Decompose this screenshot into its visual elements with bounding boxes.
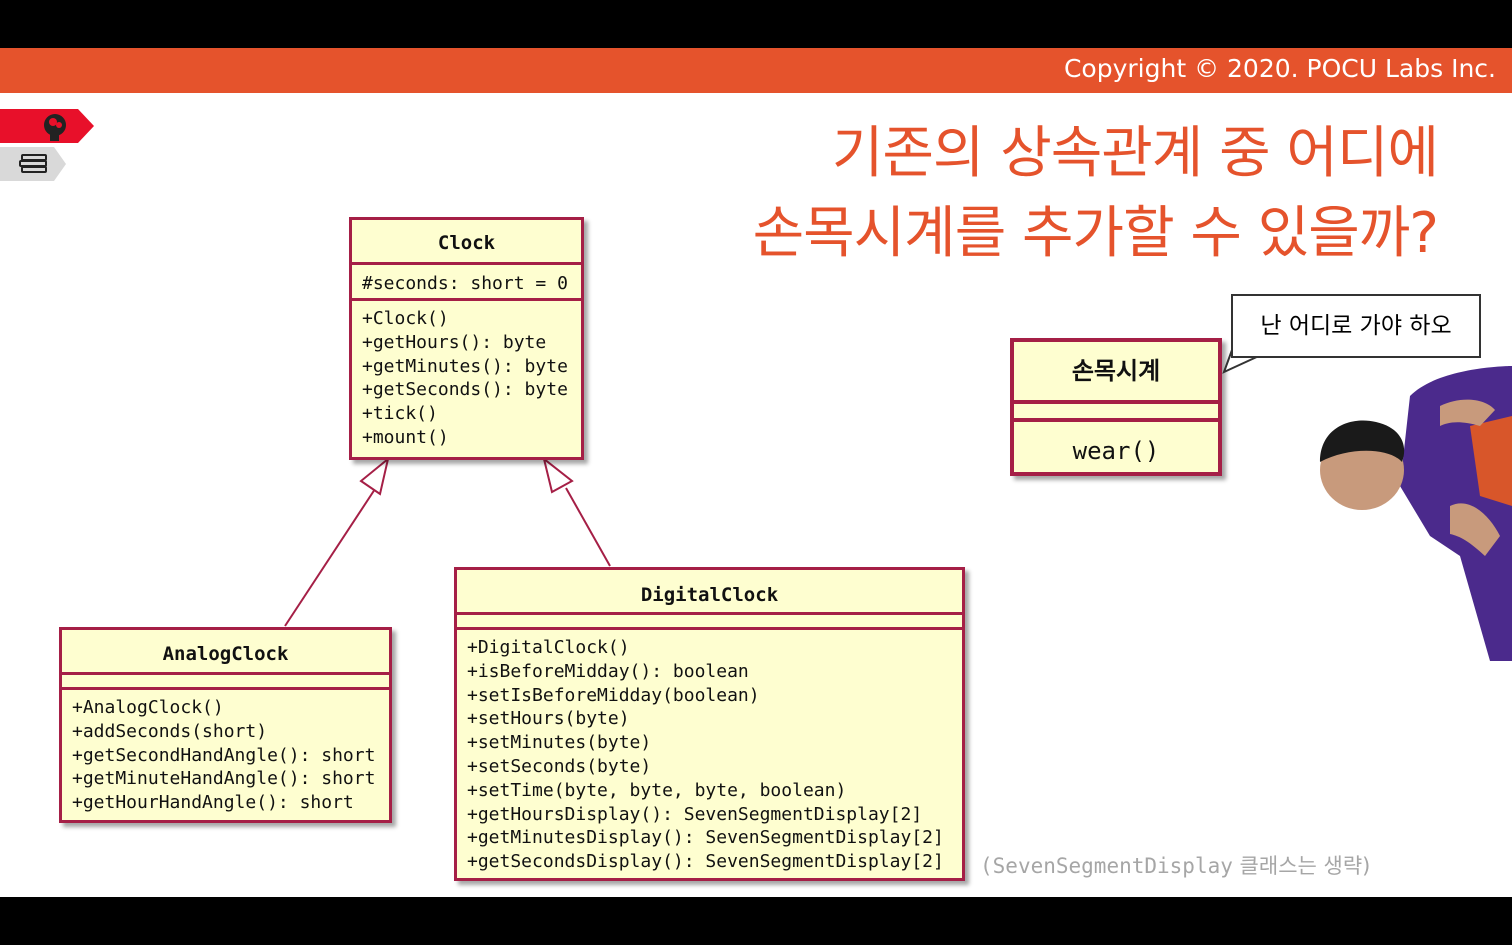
class-name: Clock: [437, 232, 496, 254]
class-attributes: [1014, 400, 1218, 418]
letterbox-bottom: [0, 897, 1512, 945]
class-wristwatch: 손목시계 wear(): [1010, 338, 1222, 476]
note-open: (: [980, 854, 993, 878]
class-methods: wear(): [1014, 418, 1218, 480]
note-class-name: SevenSegmentDisplay: [992, 854, 1233, 878]
class-name: AnalogClock: [162, 643, 289, 665]
class-name: DigitalClock: [640, 584, 779, 606]
class-methods: +AnalogClock() +addSeconds(short) +getSe…: [62, 687, 389, 821]
class-clock: Clock #seconds: short = 0 +Clock() +getH…: [349, 217, 584, 460]
class-attributes: [457, 612, 962, 627]
class-attributes: [62, 672, 389, 687]
note-suffix: 클래스는 생략): [1232, 854, 1371, 878]
class-attributes: #seconds: short = 0: [352, 262, 581, 298]
slide: Copyright © 2020. POCU Labs Inc. 기존의 상속관…: [0, 48, 1512, 897]
speech-bubble: 난 어디로 가야 하오: [1231, 294, 1481, 358]
letterbox-top: [0, 0, 1512, 48]
class-digital-clock: DigitalClock +DigitalClock() +isBeforeMi…: [454, 567, 965, 881]
class-methods: +DigitalClock() +isBeforeMidday(): boole…: [457, 627, 962, 880]
class-name: 손목시계: [1071, 357, 1161, 385]
class-analog-clock: AnalogClock +AnalogClock() +addSeconds(s…: [59, 627, 392, 823]
class-methods: +Clock() +getHours(): byte +getMinutes()…: [352, 298, 581, 456]
presenter-image: [1320, 366, 1512, 661]
omission-note: (SevenSegmentDisplay 클래스는 생략): [980, 850, 1370, 880]
